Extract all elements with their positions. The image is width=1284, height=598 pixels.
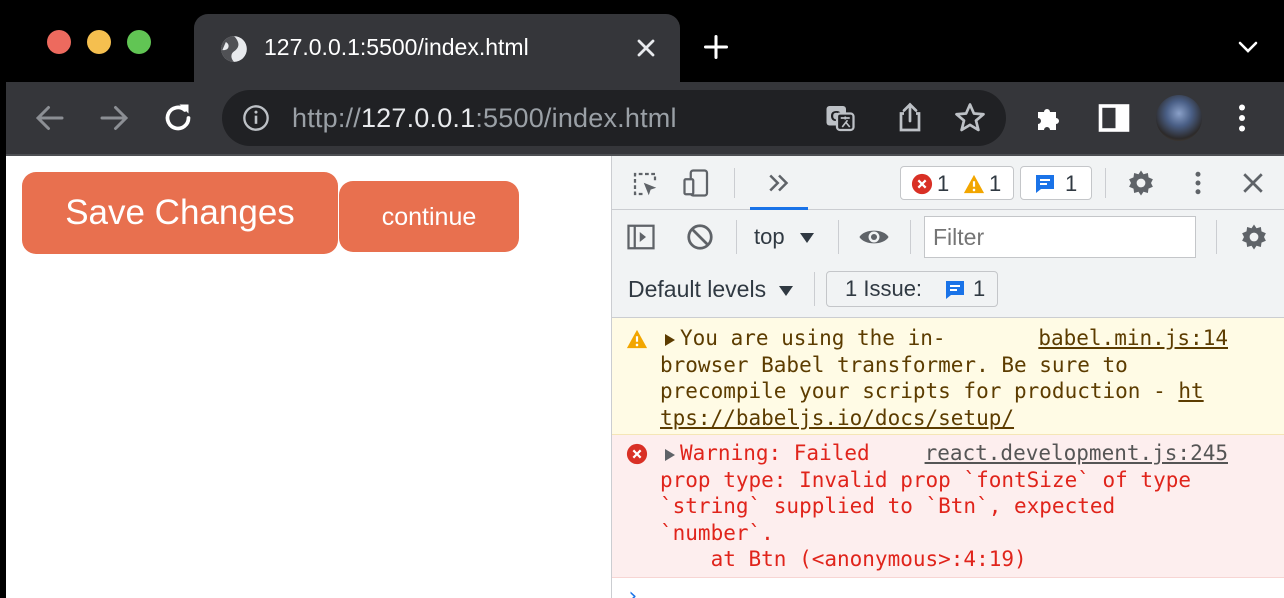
error-warning-counter[interactable]: 1 1 (900, 166, 1014, 200)
warning-line-3-text: precompile your scripts for production - (660, 379, 1179, 403)
issues-counter[interactable]: 1 (1020, 166, 1092, 200)
url-host: 127.0.0.1 (360, 103, 476, 133)
console-filter-input[interactable] (924, 216, 1196, 258)
log-levels-dropdown[interactable]: Default levels (628, 276, 794, 303)
babel-docs-link-start[interactable]: ht (1178, 379, 1203, 403)
address-bar[interactable]: http://127.0.0.1:5500/index.html G (222, 90, 1006, 146)
warning-line-3: precompile your scripts for production -… (660, 378, 1236, 405)
live-expression-eye-icon[interactable] (857, 222, 891, 252)
globe-icon (221, 36, 247, 62)
log-levels-label: Default levels (628, 276, 767, 302)
window-zoom-button[interactable] (127, 30, 151, 54)
double-chevron-right-icon (769, 174, 789, 192)
devtools-menu-icon[interactable] (1183, 168, 1213, 198)
new-tab-plus-icon[interactable] (702, 33, 730, 61)
kebab-menu-icon[interactable] (1224, 100, 1260, 136)
context-selector[interactable]: top (754, 224, 815, 250)
dropdown-arrow-icon (779, 285, 794, 296)
page-viewport: Save Changes continue (6, 156, 611, 598)
close-icon[interactable] (632, 34, 660, 62)
separator (814, 272, 815, 306)
devtools-tabbar: 1 1 1 (612, 156, 1284, 210)
error-stack-line: at Btn (<anonymous>:4:19) (660, 547, 1027, 571)
inspect-element-icon[interactable] (630, 169, 660, 199)
warning-line-2: browser Babel transformer. Be sure to (660, 352, 1128, 377)
window-close-button[interactable] (47, 30, 71, 54)
babel-docs-link[interactable]: tps://babeljs.io/docs/setup/ (660, 405, 1236, 432)
info-icon[interactable] (242, 104, 270, 132)
warning-source-link[interactable]: babel.min.js:14 (1038, 325, 1228, 352)
console-settings-gear-icon[interactable] (1239, 222, 1269, 252)
separator (910, 220, 911, 254)
devtools-panel: 1 1 1 top Filter Default levels 1 Issue:… (612, 156, 1284, 598)
console-message-error[interactable]: Warning: Failed react.development.js:245… (612, 435, 1284, 578)
error-line-2: prop type: Invalid prop `fontSize` of ty… (660, 467, 1192, 492)
clear-console-icon[interactable] (685, 222, 715, 252)
tab-strip: 127.0.0.1:5500/index.html (6, 0, 1284, 82)
chevron-down-icon[interactable] (1236, 37, 1260, 57)
continue-button[interactable]: continue (339, 181, 519, 252)
url-scheme: http:// (292, 103, 361, 133)
separator (1105, 168, 1106, 198)
warning-count: 1 (989, 171, 1002, 196)
console-message-warning[interactable]: You are using the in- babel.min.js:14 br… (612, 318, 1284, 435)
separator (1216, 220, 1217, 254)
url-path: :5500/index.html (475, 103, 677, 133)
browser-toolbar: http://127.0.0.1:5500/index.html G (6, 82, 1284, 154)
issues-button[interactable]: 1 Issue: 1 (826, 271, 998, 307)
forward-arrow-icon[interactable] (96, 100, 132, 136)
dropdown-arrow-icon (799, 233, 814, 244)
device-toolbar-icon[interactable] (682, 168, 712, 198)
profile-avatar[interactable] (1156, 95, 1202, 141)
bookmark-star-icon[interactable] (952, 100, 988, 136)
separator (736, 220, 737, 254)
expand-triangle-icon[interactable] (664, 333, 676, 347)
message-icon (1036, 175, 1054, 193)
settings-gear-icon[interactable] (1126, 168, 1156, 198)
more-tabs-button[interactable] (750, 156, 808, 210)
browser-tab-active[interactable]: 127.0.0.1:5500/index.html (194, 14, 680, 82)
back-arrow-icon[interactable] (32, 100, 68, 136)
context-value: top (754, 224, 785, 249)
separator (734, 168, 735, 198)
tab-title: 127.0.0.1:5500/index.html (264, 34, 529, 60)
issues-label: 1 Issue: (845, 276, 923, 301)
warning-icon (963, 174, 985, 194)
extensions-puzzle-icon[interactable] (1032, 100, 1068, 136)
error-line-4: `number`. (660, 520, 774, 545)
warning-icon (626, 329, 648, 349)
window-minimize-button[interactable] (87, 30, 111, 54)
error-line-3: `string` supplied to `Btn`, expected (660, 494, 1116, 518)
separator (838, 220, 839, 254)
error-icon (626, 443, 648, 465)
error-icon (911, 173, 933, 195)
issues-count: 1 (973, 276, 986, 301)
error-source-link[interactable]: react.development.js:245 (925, 440, 1228, 467)
expand-triangle-icon[interactable] (664, 448, 676, 462)
reload-icon[interactable] (160, 100, 196, 136)
save-changes-button[interactable]: Save Changes (22, 172, 338, 254)
console-prompt[interactable]: › (626, 584, 639, 598)
error-count: 1 (937, 171, 950, 196)
sidebar-toggle-icon[interactable] (626, 222, 656, 252)
message-icon (946, 281, 964, 299)
info-count: 1 (1065, 171, 1078, 196)
url-text[interactable]: http://127.0.0.1:5500/index.html (292, 103, 677, 134)
translate-icon[interactable]: G (822, 100, 858, 136)
side-panel-icon[interactable] (1096, 100, 1132, 136)
share-icon[interactable] (892, 100, 928, 136)
close-devtools-icon[interactable] (1238, 168, 1268, 198)
